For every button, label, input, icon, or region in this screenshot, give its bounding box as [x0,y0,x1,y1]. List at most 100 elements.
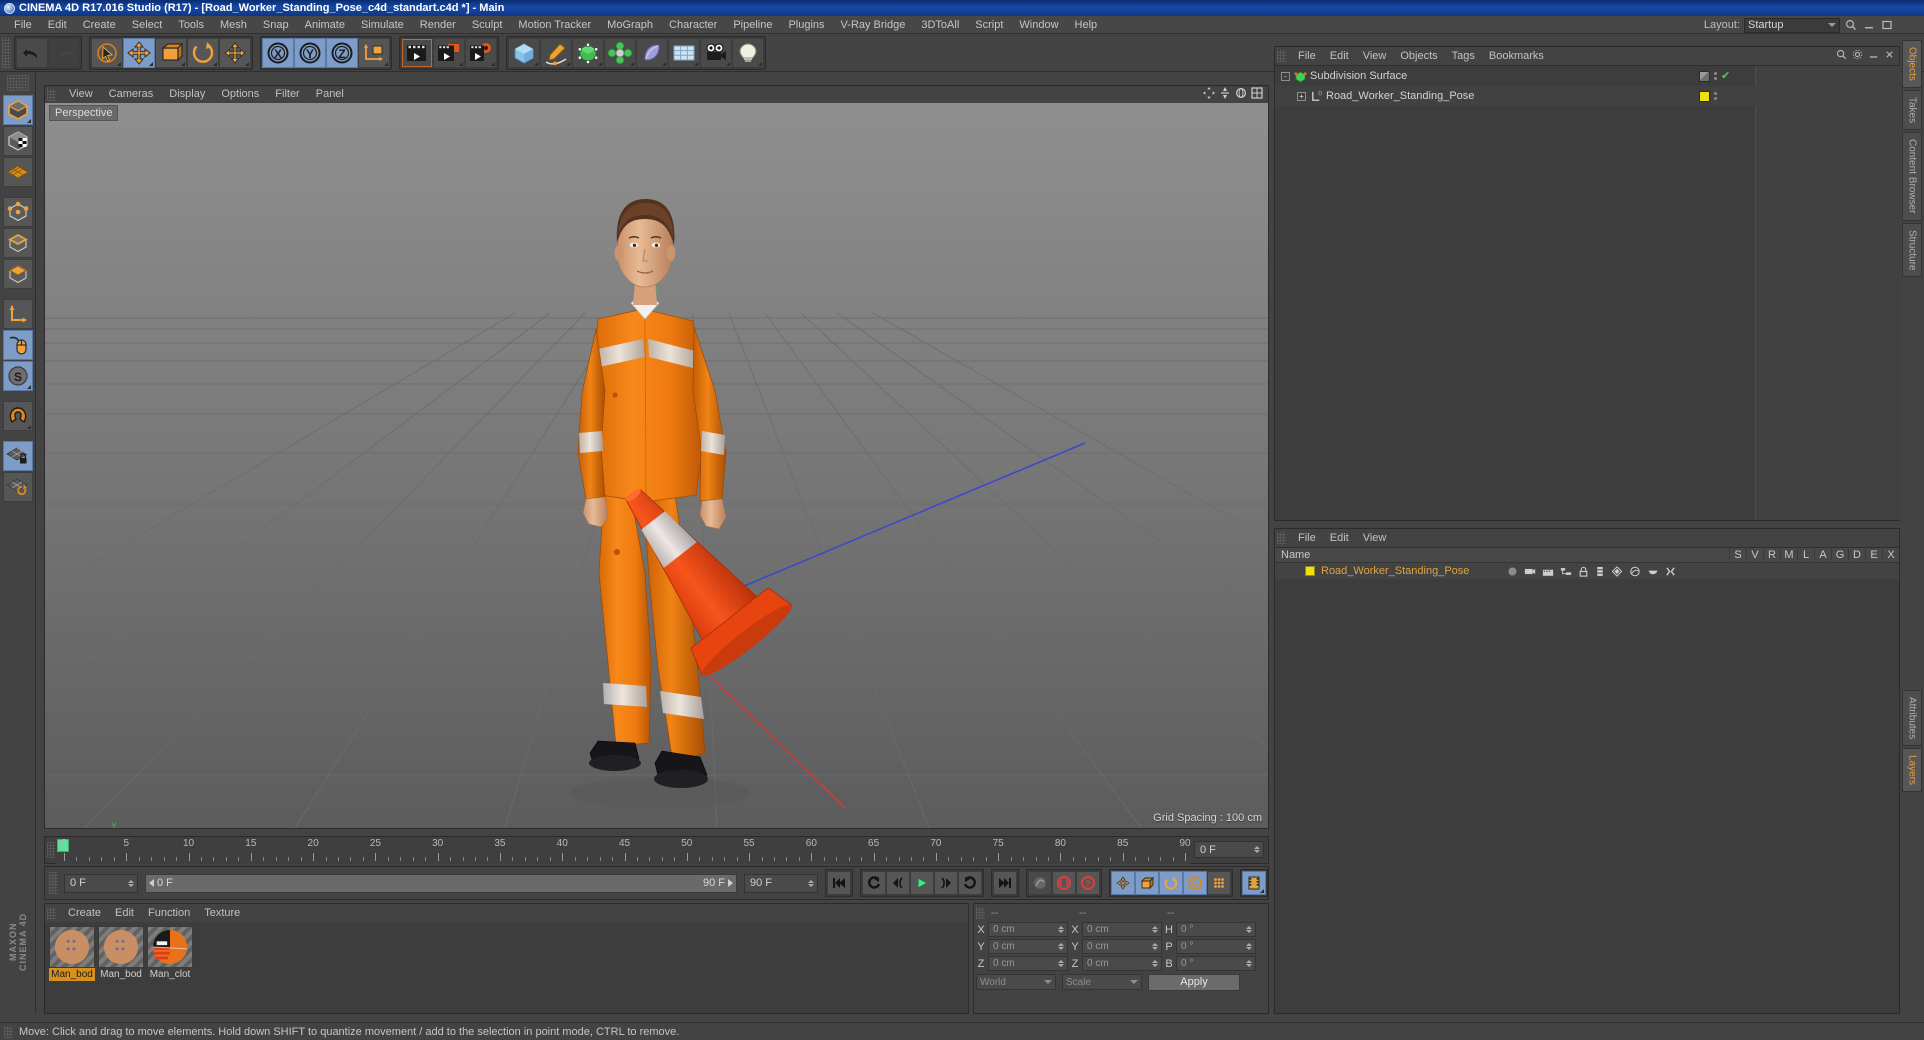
menu-tools[interactable]: Tools [170,16,212,34]
coordinate-mode-dropdown[interactable]: Scale [1062,974,1142,990]
viewport-menu-filter[interactable]: Filter [267,86,307,103]
side-tab-attributes[interactable]: Attributes [1902,690,1922,747]
object-manager-menubar[interactable]: File Edit View Objects Tags Bookmarks [1275,47,1899,65]
spinner-icon[interactable] [1246,926,1252,933]
layer-manager-menu-file[interactable]: File [1291,529,1323,547]
menu-animate[interactable]: Animate [297,16,353,34]
spinner-icon[interactable] [1058,960,1064,967]
z-axis-icon[interactable]: Z [326,37,358,68]
step-back-icon[interactable] [886,871,910,895]
object-row[interactable]: - Subdivision Surface ✔ [1275,66,1899,86]
undo-icon[interactable] [16,37,48,68]
layer-column-l[interactable]: L [1797,547,1814,563]
menu-window[interactable]: Window [1011,16,1066,34]
layer-column-e[interactable]: E [1865,547,1882,563]
material-preview[interactable] [49,926,95,968]
layer-manager-menubar[interactable]: File Edit View [1275,529,1899,547]
rotate-icon[interactable] [1235,87,1247,102]
right-tab-strip-bottom[interactable]: Attributes Layers [1900,690,1924,920]
range-right-arrow-icon[interactable] [728,879,733,887]
edges-mode-icon[interactable] [2,228,33,258]
viewport-menu-view[interactable]: View [61,86,101,103]
maximize-icon[interactable] [1880,18,1894,32]
coordinate-input[interactable]: 0 ° [1176,939,1256,954]
soft-selection-icon[interactable]: S [2,361,33,391]
zoom-icon[interactable] [1219,87,1231,102]
object-tags[interactable] [1699,90,1717,102]
side-tab-objects[interactable]: Objects [1902,40,1922,88]
layer-manager-grip[interactable] [1277,532,1286,544]
render-settings-icon[interactable] [465,37,497,68]
polygons-mode-icon[interactable] [2,259,33,289]
layer-column-a[interactable]: A [1814,547,1831,563]
object-manager-grip[interactable] [1277,50,1286,62]
layer-flag-icons[interactable] [1507,565,1676,577]
layer-column-x[interactable]: X [1882,547,1899,563]
model-mode-icon[interactable] [2,95,33,125]
record-active-icon[interactable] [1052,871,1076,895]
expander-icon[interactable]: - [1281,71,1290,81]
snap-magnet-icon[interactable] [2,401,33,431]
floor-environment-icon[interactable] [668,37,700,68]
spline-pen-icon[interactable] [540,37,572,68]
coordinate-input[interactable]: 0 cm [988,956,1068,971]
timeline-current-frame-field[interactable]: 0 F [1194,841,1264,858]
layer-row[interactable]: Road_Worker_Standing_Pose [1275,563,1899,579]
material-swatch-list[interactable]: Man_bod Man_bod Man_clot [45,922,968,1013]
menu-mograph[interactable]: MoGraph [599,16,661,34]
coordinate-input[interactable]: 0 cm [1082,922,1162,937]
material-menu-create[interactable]: Create [61,904,108,922]
menu-file[interactable]: File [6,16,40,34]
preview-range-bar[interactable]: 0 F 90 F [145,873,737,893]
menu-create[interactable]: Create [75,16,124,34]
cube-primitive-icon[interactable] [508,37,540,68]
menu-3dtoall[interactable]: 3DToAll [913,16,967,34]
menu-character[interactable]: Character [661,16,725,34]
menu-snap[interactable]: Snap [255,16,297,34]
viewport-menu-panel[interactable]: Panel [308,86,352,103]
settings-icon[interactable] [1852,49,1863,63]
playback-bar[interactable]: 0 F 0 F 90 F 90 F ? P [44,866,1269,900]
menu-sculpt[interactable]: Sculpt [464,16,511,34]
expander-icon[interactable]: + [1297,91,1306,101]
deformer-icon[interactable] [604,37,636,68]
pan-icon[interactable] [1203,87,1215,102]
viewport-menu-display[interactable]: Display [161,86,213,103]
layout-dropdown[interactable]: Startup [1744,17,1840,33]
menu-edit[interactable]: Edit [40,16,75,34]
layer-column-g[interactable]: G [1831,547,1848,563]
search-icon[interactable] [1844,18,1858,32]
apply-button[interactable]: Apply [1148,973,1240,991]
keyframe-selection-icon[interactable]: ? [1076,871,1100,895]
minimize-icon[interactable] [1868,49,1879,63]
spinner-icon[interactable] [1058,926,1064,933]
move-tool-icon[interactable] [123,37,155,68]
rotate-tool-icon[interactable] [187,37,219,68]
autokey-curve-icon[interactable] [1028,871,1052,895]
material-manager-menubar[interactable]: Create Edit Function Texture [45,904,968,922]
side-tab-structure[interactable]: Structure [1902,222,1922,278]
world-object-axis-icon[interactable] [358,37,390,68]
side-tab-content-browser[interactable]: Content Browser [1902,132,1922,221]
x-axis-icon[interactable]: X [262,37,294,68]
coordinate-input[interactable]: 0 cm [1082,939,1162,954]
range-left-arrow-icon[interactable] [149,879,154,887]
side-tab-layers[interactable]: Layers [1902,748,1922,793]
timeline-filmstrip-icon[interactable] [1242,871,1266,895]
workplane-rotate-icon[interactable] [2,472,33,502]
texture-mode-icon[interactable] [2,126,33,156]
object-row[interactable]: +0 Road_Worker_Standing_Pose [1275,86,1899,106]
go-to-end-icon[interactable] [993,871,1017,895]
key-scale-icon[interactable] [1135,871,1159,895]
layer-column-m[interactable]: M [1780,547,1797,563]
status-bar-grip[interactable] [4,1025,13,1038]
layer-column-d[interactable]: D [1848,547,1865,563]
timeline-ruler[interactable]: 0 5 10 15 20 25 30 35 40 45 50 55 60 65 70 75 80 85 90 0 F [44,836,1269,864]
go-to-start-icon[interactable] [827,871,851,895]
material-menu-function[interactable]: Function [141,904,197,922]
object-manager-menu-view[interactable]: View [1356,47,1394,65]
coordinates-grip[interactable] [976,906,985,919]
visibility-dots-icon[interactable] [1714,72,1717,80]
key-position-icon[interactable] [1111,871,1135,895]
coordinate-input[interactable]: 0 cm [988,939,1068,954]
